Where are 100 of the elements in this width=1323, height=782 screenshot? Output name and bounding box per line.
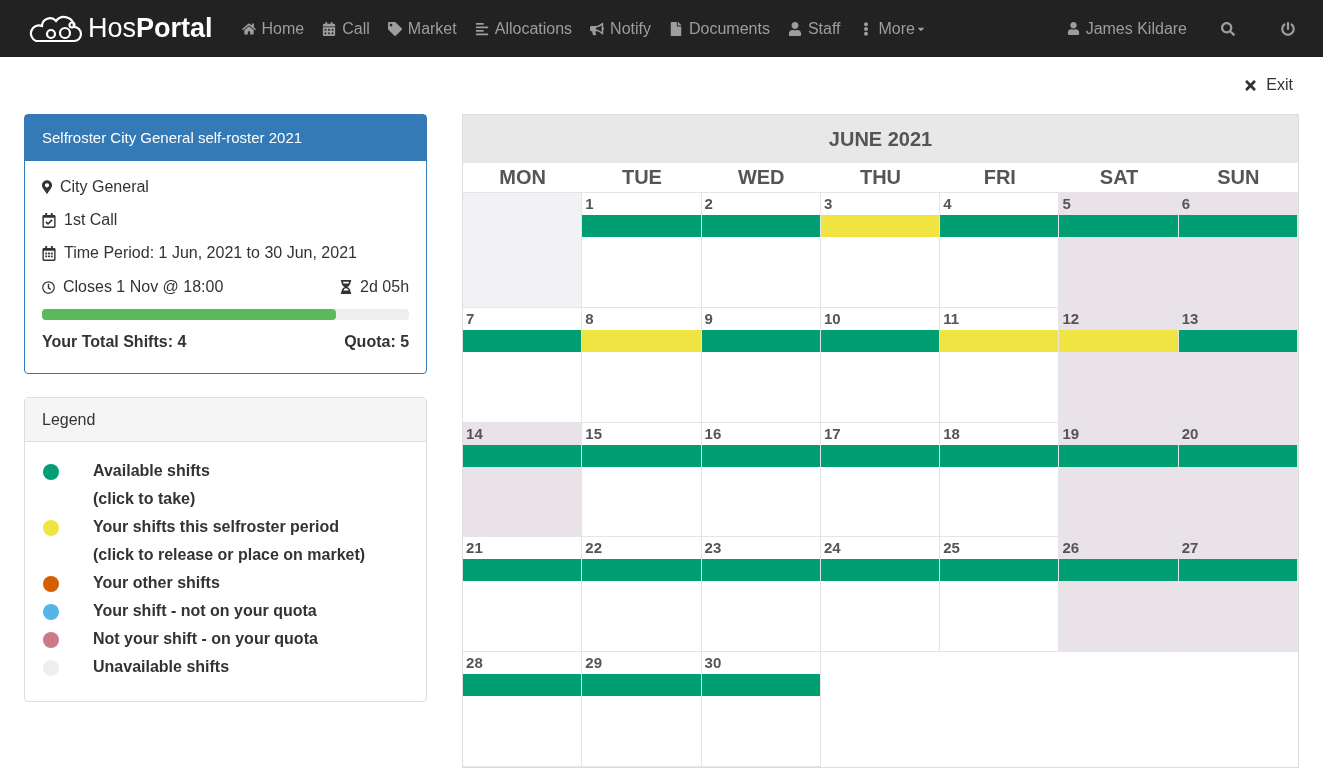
shift-bar[interactable] bbox=[1178, 444, 1297, 467]
day-number: 12 bbox=[1061, 308, 1081, 329]
day-number: 16 bbox=[703, 423, 723, 444]
day-cell[interactable]: 26 bbox=[1059, 537, 1179, 653]
shift-bar[interactable] bbox=[820, 444, 940, 467]
day-number: 27 bbox=[1180, 538, 1200, 559]
day-cell[interactable]: 22 bbox=[582, 537, 702, 653]
location-text: City General bbox=[60, 177, 149, 197]
day-cell[interactable]: 1 bbox=[582, 193, 702, 308]
day-cell[interactable]: 15 bbox=[582, 422, 702, 538]
day-number: 7 bbox=[465, 308, 476, 329]
day-number: 30 bbox=[703, 653, 723, 674]
day-cell[interactable]: 28 bbox=[463, 652, 583, 767]
shift-bar[interactable] bbox=[582, 444, 701, 467]
legend-label: Available shifts bbox=[93, 461, 210, 481]
day-cell[interactable]: 5 bbox=[1059, 193, 1179, 308]
day-cell[interactable]: 3 bbox=[820, 193, 941, 308]
shift-bar[interactable] bbox=[820, 329, 940, 352]
month-title: JUNE 2021 bbox=[463, 115, 1298, 163]
day-cell[interactable]: 14 bbox=[463, 422, 583, 538]
day-cell[interactable]: 27 bbox=[1178, 537, 1298, 653]
nav-link[interactable]: Documents bbox=[660, 16, 779, 41]
day-cell[interactable]: 19 bbox=[1059, 422, 1179, 538]
day-cell[interactable]: 30 bbox=[701, 652, 821, 767]
shift-bar[interactable] bbox=[463, 329, 582, 352]
day-number: 21 bbox=[465, 538, 484, 559]
day-number: 24 bbox=[822, 538, 842, 559]
day-number: 11 bbox=[942, 308, 960, 329]
day-cell[interactable]: 4 bbox=[940, 193, 1060, 308]
nav-link[interactable]: More bbox=[849, 16, 935, 41]
shift-bar[interactable] bbox=[1178, 559, 1297, 582]
day-cell[interactable]: 7 bbox=[463, 307, 583, 423]
day-number: 29 bbox=[584, 653, 603, 674]
megaphone-icon bbox=[590, 21, 605, 36]
weekday-header: MON bbox=[498, 165, 547, 190]
legend-note: (click to release or place on market) bbox=[93, 545, 366, 565]
shift-bar[interactable] bbox=[582, 674, 701, 697]
day-cell[interactable]: 9 bbox=[701, 307, 821, 423]
day-cell[interactable]: 21 bbox=[463, 537, 583, 653]
day-cell[interactable]: 8 bbox=[582, 307, 702, 423]
day-number: 9 bbox=[703, 308, 714, 329]
day-cell[interactable]: 13 bbox=[1178, 307, 1298, 423]
shift-bar[interactable] bbox=[463, 444, 582, 467]
day-number: 2 bbox=[703, 194, 714, 214]
shift-bar[interactable] bbox=[820, 559, 940, 582]
nav-link[interactable]: Staff bbox=[778, 16, 850, 41]
weekday-header: SUN bbox=[1216, 165, 1261, 190]
legend-label: Not your shift - on your quota bbox=[93, 629, 318, 649]
legend-label: Unavailable shifts bbox=[93, 657, 230, 677]
shift-bar[interactable] bbox=[463, 559, 582, 582]
shift-bar[interactable] bbox=[701, 674, 820, 697]
day-cell[interactable]: 29 bbox=[582, 652, 702, 767]
shift-bar[interactable] bbox=[940, 559, 1059, 582]
logo-text[interactable]: HosPortal bbox=[88, 8, 213, 49]
day-cell[interactable]: 23 bbox=[701, 537, 821, 653]
weekday-header: WED bbox=[736, 165, 786, 190]
shift-bar[interactable] bbox=[463, 674, 582, 697]
home-icon bbox=[241, 21, 256, 36]
day-number: 26 bbox=[1061, 538, 1081, 559]
calendar-check-icon bbox=[42, 212, 56, 228]
shift-bar[interactable] bbox=[582, 559, 701, 582]
nav-link[interactable]: Call bbox=[313, 16, 379, 41]
weekday-header: THU bbox=[858, 165, 903, 190]
power-icon[interactable] bbox=[1281, 21, 1295, 36]
exit-link[interactable]: Exit bbox=[1243, 75, 1293, 95]
day-cell[interactable]: 6 bbox=[1178, 193, 1298, 308]
legend-label: Your shift - not on your quota bbox=[93, 601, 317, 621]
total-shifts: Your Total Shifts: 4 bbox=[42, 332, 187, 352]
nav-link[interactable]: Allocations bbox=[465, 16, 582, 41]
user-menu[interactable]: James Kildare bbox=[1066, 16, 1187, 41]
day-cell[interactable]: 16 bbox=[701, 422, 821, 538]
shift-bar[interactable] bbox=[1178, 329, 1297, 352]
shift-bar[interactable] bbox=[940, 444, 1059, 467]
shift-bar[interactable] bbox=[701, 444, 820, 467]
day-number: 3 bbox=[822, 194, 834, 214]
day-cell[interactable]: 20 bbox=[1178, 422, 1298, 538]
document-icon bbox=[669, 21, 683, 36]
shift-bar[interactable] bbox=[701, 329, 820, 352]
nav-link[interactable]: Market bbox=[378, 16, 466, 41]
nav-link[interactable]: Notify bbox=[581, 16, 660, 41]
call-text: 1st Call bbox=[64, 210, 118, 230]
day-cell[interactable]: 17 bbox=[820, 422, 941, 538]
shift-bar[interactable] bbox=[701, 559, 820, 582]
day-cell[interactable]: 25 bbox=[940, 537, 1060, 653]
calendar-icon bbox=[42, 245, 56, 261]
day-cell[interactable]: 10 bbox=[820, 307, 941, 423]
shift-bar[interactable] bbox=[1059, 444, 1178, 467]
nav-link[interactable]: Home bbox=[232, 16, 314, 41]
day-cell[interactable]: 11 bbox=[940, 307, 1060, 423]
day-cell[interactable]: 24 bbox=[820, 537, 941, 653]
search-icon[interactable] bbox=[1221, 21, 1235, 36]
time-remaining: 2d 05h bbox=[360, 277, 410, 297]
day-cell[interactable]: 2 bbox=[701, 193, 821, 308]
day-number: 18 bbox=[942, 423, 961, 444]
day-number: 5 bbox=[1061, 194, 1072, 214]
quota-text: Quota: 5 bbox=[344, 332, 410, 352]
person-icon bbox=[787, 21, 802, 36]
day-cell[interactable]: 18 bbox=[940, 422, 1060, 538]
shift-bar[interactable] bbox=[1059, 559, 1178, 582]
day-cell[interactable]: 12 bbox=[1059, 307, 1179, 423]
